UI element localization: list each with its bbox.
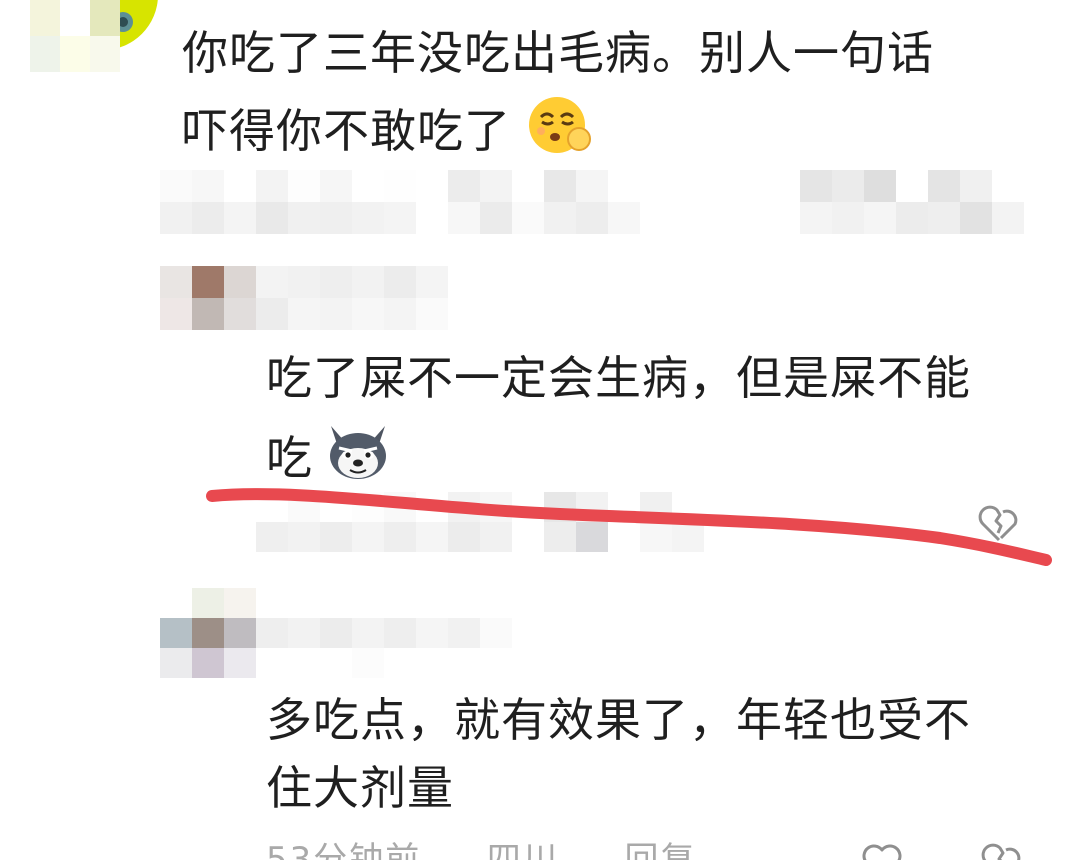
shy-face-emoji: [527, 95, 591, 155]
comment-meta: 53分钟前 四川 回复: [266, 840, 697, 860]
comment-line: 吃了屎不一定会生病，但是屎不能: [266, 351, 971, 405]
comment-meta-right: [800, 170, 1024, 234]
comment-thread: 你吃了三年没吃出毛病。别人一句话 吓得你不敢吃了 吃了屎不一定会生病，但是屎不能…: [0, 0, 1080, 860]
comment-line: 吓得你不敢吃了: [182, 87, 934, 165]
broken-heart-icon[interactable]: [978, 836, 1026, 860]
comment-text: 多吃点，就有效果了，年轻也受不 住大剂量: [266, 686, 971, 822]
author-name[interactable]: [160, 266, 480, 330]
comment-line: 你吃了三年没吃出毛病。别人一句话: [182, 26, 934, 80]
author-name[interactable]: [160, 588, 544, 678]
underline-annotation: [0, 470, 1080, 580]
heart-icon[interactable]: [858, 836, 906, 860]
pixelated-avatar-mask: [30, 0, 120, 72]
comment-text: 你吃了三年没吃出毛病。别人一句话 吓得你不敢吃了: [182, 19, 934, 165]
comment-time: 53分钟前: [266, 840, 422, 860]
comment-meta: [160, 170, 640, 234]
comment-line: 住大剂量: [266, 761, 454, 815]
comment-location: 四川: [486, 840, 559, 860]
comment-line: 多吃点，就有效果了，年轻也受不: [266, 693, 971, 747]
reply-button[interactable]: 回复: [625, 840, 697, 860]
